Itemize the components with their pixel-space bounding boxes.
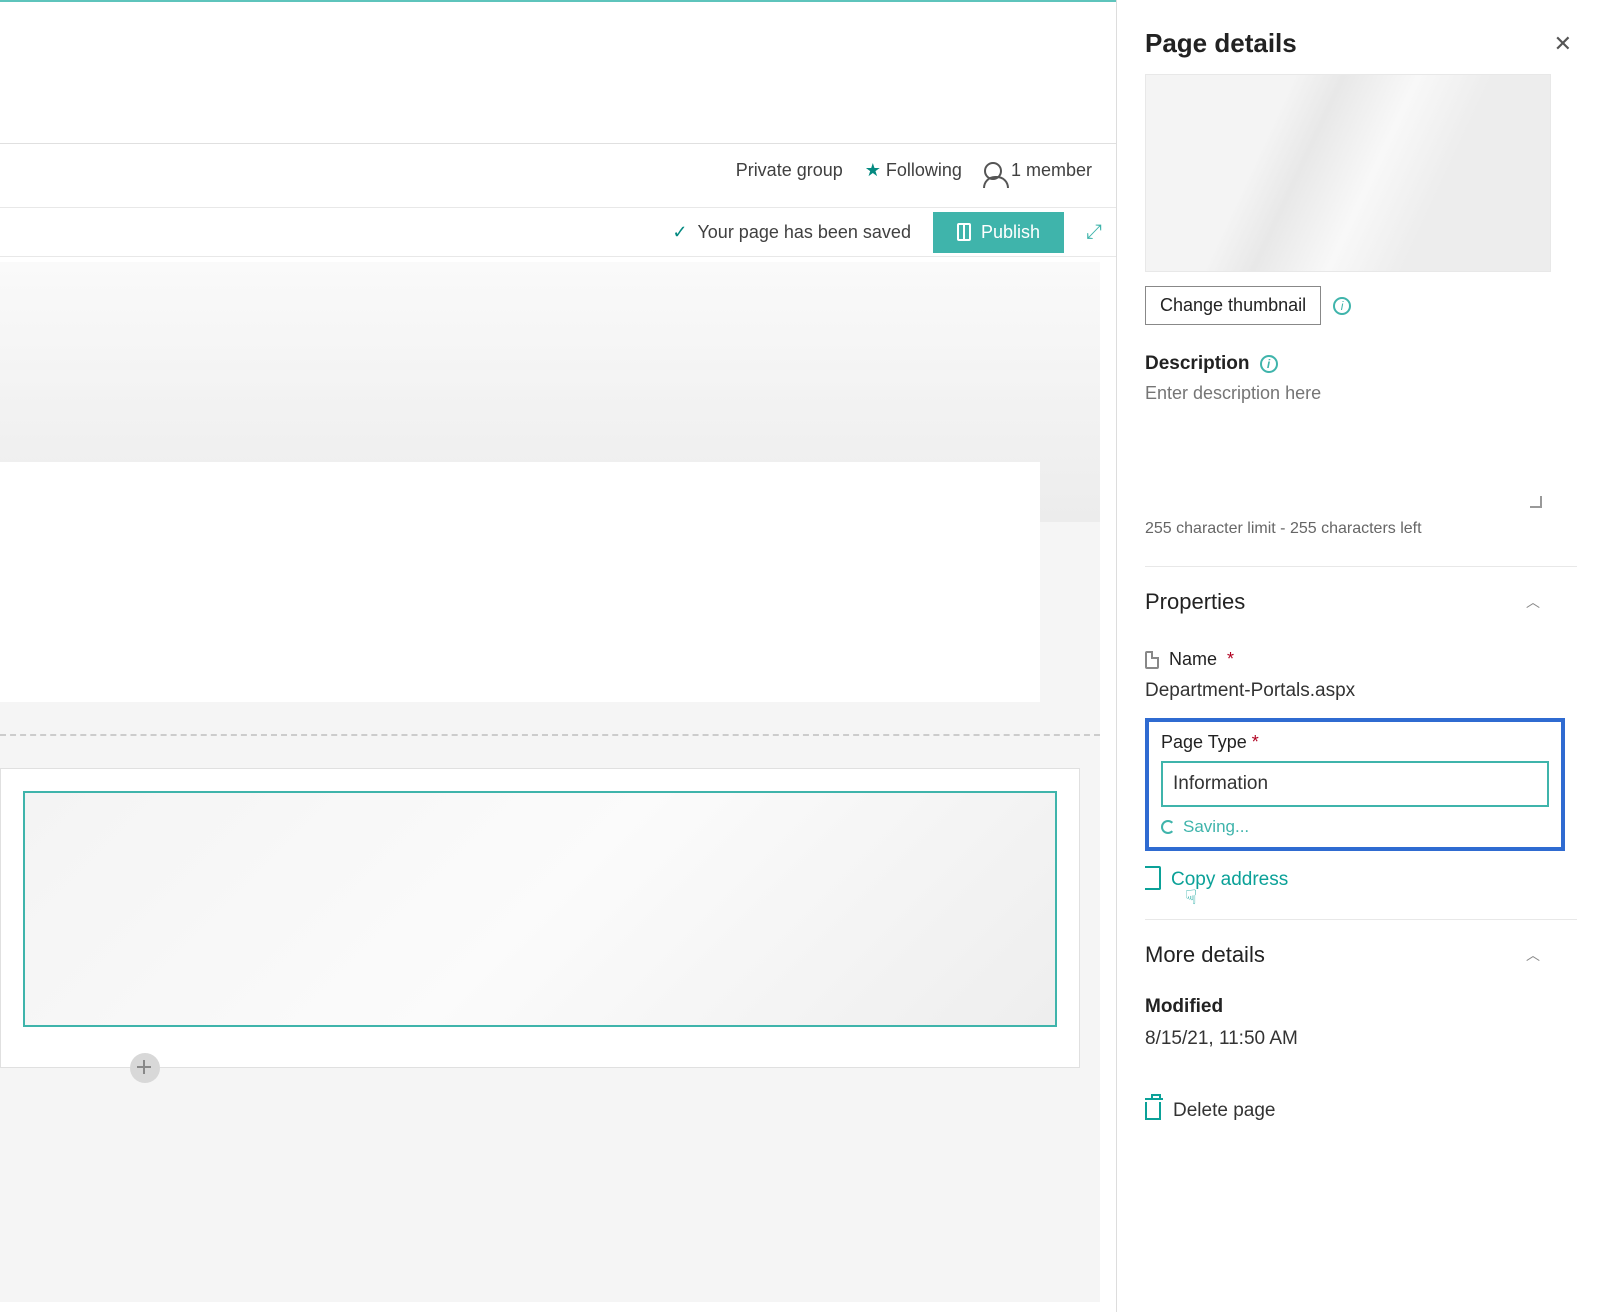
- chevron-up-icon: ︿: [1526, 945, 1540, 965]
- expand-icon[interactable]: ⤢: [1086, 221, 1102, 244]
- site-info-bar: Private group ★ Following 1 member: [736, 160, 1092, 181]
- publish-button[interactable]: Publish: [933, 212, 1064, 253]
- required-asterisk: *: [1252, 732, 1259, 752]
- checkmark-icon: ✓: [672, 222, 687, 243]
- member-count-label: 1 member: [1011, 160, 1092, 180]
- saving-label: Saving...: [1183, 817, 1249, 837]
- info-icon[interactable]: i: [1333, 297, 1351, 315]
- file-icon: [1145, 651, 1159, 669]
- publish-icon: [957, 223, 971, 241]
- description-textarea[interactable]: [1145, 375, 1540, 505]
- page-details-panel: Page details ✕ Change thumbnail i Descri…: [1116, 0, 1600, 1312]
- top-section: [0, 2, 1116, 144]
- name-field-label: Name: [1169, 649, 1217, 670]
- page-canvas[interactable]: [0, 262, 1100, 1302]
- change-thumbnail-button[interactable]: Change thumbnail: [1145, 286, 1321, 325]
- trash-icon: [1145, 1102, 1161, 1120]
- required-asterisk: *: [1227, 649, 1234, 670]
- delete-page-label: Delete page: [1173, 1100, 1275, 1122]
- editor-toolbar: ✓ Your page has been saved Publish ⤢: [0, 207, 1116, 257]
- saved-message-text: Your page has been saved: [697, 222, 911, 243]
- selected-webpart[interactable]: [23, 791, 1057, 1027]
- main-editor-area: Private group ★ Following 1 member ✓ You…: [0, 0, 1116, 1312]
- description-label: Description: [1145, 353, 1250, 375]
- section-divider: [0, 734, 1100, 736]
- more-details-section-header[interactable]: More details ︿: [1145, 942, 1540, 968]
- add-section-button[interactable]: [130, 1053, 160, 1083]
- spinner-icon: [1161, 820, 1175, 834]
- group-privacy-label: Private group: [736, 160, 843, 181]
- webpart-container[interactable]: [0, 768, 1080, 1068]
- title-area[interactable]: [0, 462, 1040, 702]
- panel-title: Page details: [1145, 28, 1297, 59]
- page-type-label: Page Type: [1161, 732, 1247, 752]
- panel-scroll-area[interactable]: Change thumbnail i Description i 255 cha…: [1145, 74, 1594, 1312]
- page-type-input[interactable]: [1161, 761, 1549, 807]
- star-icon: ★: [865, 160, 881, 180]
- divider: [1145, 919, 1577, 920]
- divider: [1145, 566, 1577, 567]
- modified-label: Modified: [1145, 996, 1578, 1018]
- close-icon[interactable]: ✕: [1554, 31, 1572, 57]
- character-limit-text: 255 character limit - 255 characters lef…: [1145, 520, 1578, 538]
- copy-address-link[interactable]: Copy address ☟: [1145, 869, 1578, 891]
- name-field-value[interactable]: Department-Portals.aspx: [1145, 680, 1578, 702]
- properties-section-header[interactable]: Properties ︿: [1145, 589, 1540, 615]
- saved-status: ✓ Your page has been saved: [672, 222, 911, 243]
- chevron-up-icon: ︿: [1526, 592, 1540, 612]
- info-icon[interactable]: i: [1260, 355, 1278, 373]
- publish-label: Publish: [981, 222, 1040, 243]
- thumbnail-preview: [1145, 74, 1551, 272]
- modified-value: 8/15/21, 11:50 AM: [1145, 1028, 1578, 1050]
- following-toggle[interactable]: ★ Following: [865, 160, 962, 181]
- properties-label: Properties: [1145, 589, 1245, 615]
- more-details-label: More details: [1145, 942, 1265, 968]
- saving-indicator: Saving...: [1161, 817, 1549, 837]
- members-link[interactable]: 1 member: [984, 160, 1092, 181]
- copy-icon: [1145, 870, 1161, 890]
- person-icon: [984, 162, 1002, 180]
- delete-page-button[interactable]: Delete page: [1145, 1100, 1578, 1122]
- following-label: Following: [886, 160, 962, 180]
- cursor-icon: ☟: [1185, 885, 1197, 910]
- page-type-highlighted-field: Page Type * Saving...: [1145, 718, 1565, 851]
